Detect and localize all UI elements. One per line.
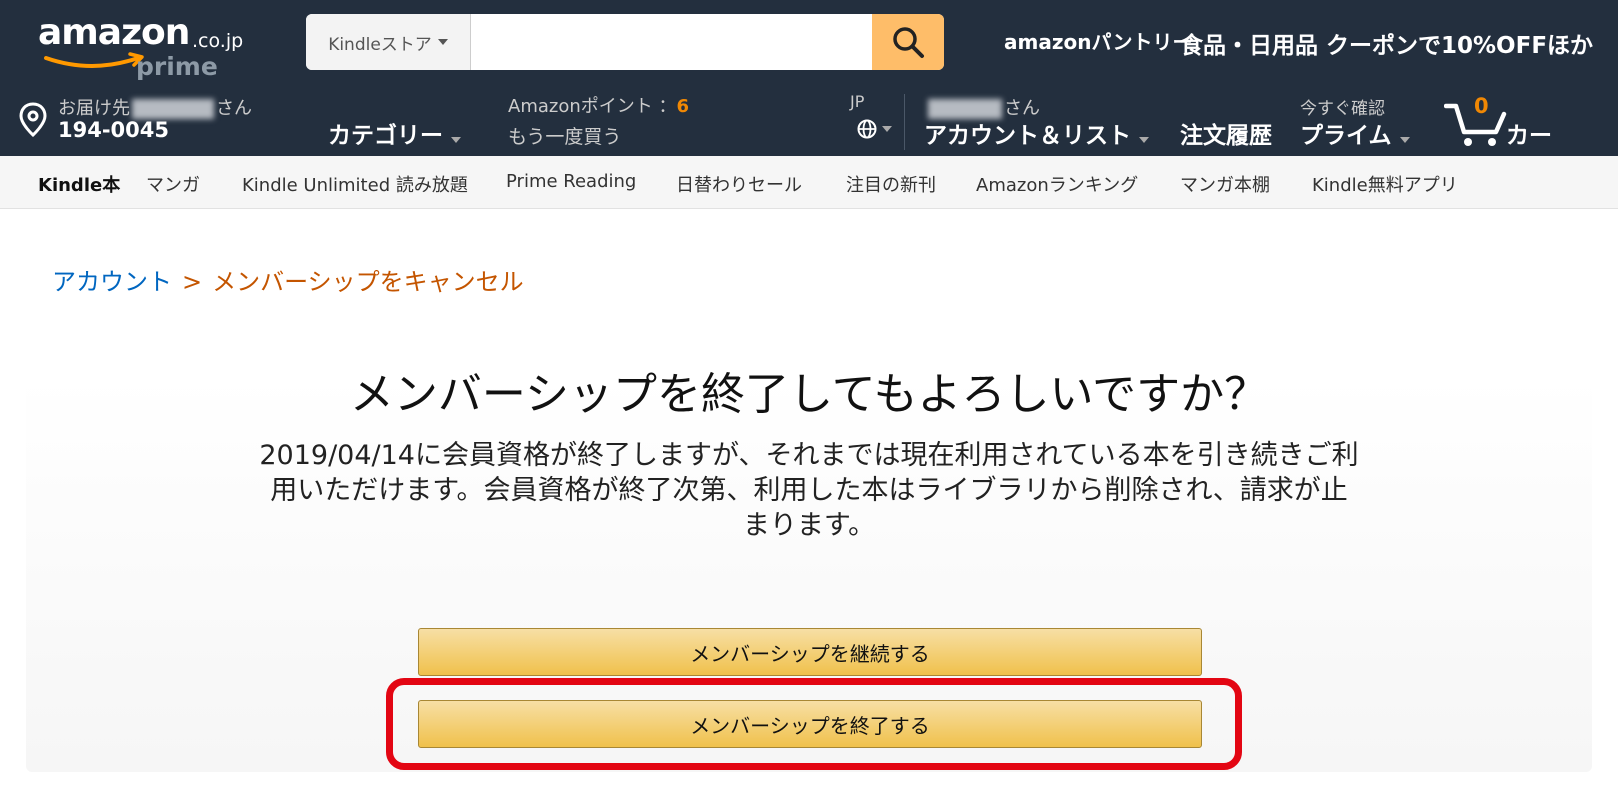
category-label: カテゴリー — [328, 123, 443, 149]
subnav-item-manga[interactable]: マンガ — [146, 171, 200, 197]
breadcrumb-separator: > — [182, 268, 203, 296]
breadcrumb-account-link[interactable]: アカウント — [52, 268, 172, 296]
account-label: アカウント＆リスト — [924, 123, 1131, 149]
amazon-points[interactable]: Amazonポイント ：6 — [508, 92, 689, 118]
delivery-zip[interactable]: 194-0045 — [58, 118, 169, 142]
chevron-down-icon — [882, 126, 892, 132]
points-value: 6 — [676, 96, 689, 117]
chevron-down-icon — [1139, 137, 1150, 143]
globe-icon — [857, 119, 877, 139]
prime-menu[interactable]: プライム — [1300, 116, 1410, 150]
subnav-item-prime-reading[interactable]: Prime Reading — [506, 171, 636, 192]
rebuy-link[interactable]: もう一度買う — [508, 122, 621, 149]
logo-text: amazon — [38, 12, 190, 53]
top-header: amazon .co.jp prime Kindleストア amazonパントリ… — [0, 0, 1618, 88]
cart-count: 0 — [1474, 94, 1489, 118]
breadcrumb: アカウント > メンバーシップをキャンセル — [52, 262, 524, 297]
orders-link[interactable]: 注文履歴 — [1180, 116, 1272, 150]
location-pin-icon — [19, 102, 47, 138]
account-lists-menu[interactable]: アカウント＆リスト — [924, 116, 1150, 150]
subnav-item-kindle-unlimited[interactable]: Kindle Unlimited 読み放題 — [242, 171, 468, 197]
breadcrumb-current: メンバーシップをキャンセル — [212, 268, 524, 296]
cart-button[interactable]: 0 カート — [1444, 94, 1574, 183]
kindle-subnav: Kindle本 マンガ Kindle Unlimited 読み放題 Prime … — [0, 156, 1618, 209]
pantry-link[interactable]: amazonパントリー — [1004, 26, 1192, 55]
main-nav: お届け先 さん 194-0045 カテゴリー Amazonポイント ：6 もう一度… — [0, 88, 1618, 183]
address-suffix: さん — [216, 98, 252, 119]
language-code[interactable]: JP — [850, 92, 864, 111]
delivery-address-line[interactable]: お届け先 さん — [58, 94, 252, 120]
logo-prime-text: prime — [136, 52, 218, 81]
search-icon — [893, 27, 924, 58]
chevron-down-icon — [451, 137, 462, 143]
promo-banner[interactable]: 食品・日用品 クーポンで10%OFFほか — [1180, 26, 1593, 60]
chevron-down-icon — [437, 39, 448, 45]
continue-membership-button[interactable]: メンバーシップを継続する — [418, 628, 1202, 676]
subnav-item-free-app[interactable]: Kindle無料アプリ — [1312, 171, 1458, 197]
points-label: Amazonポイント ： — [508, 96, 677, 117]
subnav-item-manga-shelf[interactable]: マンガ本棚 — [1180, 171, 1270, 197]
chevron-down-icon — [1399, 137, 1410, 143]
search-department-select[interactable]: Kindleストア — [306, 14, 471, 70]
search-button[interactable] — [872, 14, 944, 70]
nav-divider — [904, 94, 905, 150]
language-selector[interactable] — [856, 118, 892, 140]
subnav-item-new-releases[interactable]: 注目の新刊 — [846, 171, 936, 197]
subnav-item-ranking[interactable]: Amazonランキング — [976, 171, 1138, 197]
search-input[interactable] — [471, 14, 871, 70]
subnav-item-daily-deals[interactable]: 日替わりセール — [676, 171, 802, 197]
highlight-annotation-box — [386, 678, 1242, 770]
category-menu[interactable]: カテゴリー — [328, 116, 462, 150]
membership-end-description: 2019/04/14に会員資格が終了しますが、それまでは現在利用されている本を引… — [259, 440, 1359, 541]
search-bar: Kindleストア — [306, 14, 944, 70]
redacted-name — [132, 99, 214, 119]
amazon-prime-logo[interactable]: amazon .co.jp prime — [38, 12, 248, 81]
subnav-item-kindle-books[interactable]: Kindle本 — [38, 171, 120, 197]
prime-label: プライム — [1300, 123, 1392, 149]
department-label: Kindleストア — [328, 34, 432, 55]
address-prefix: お届け先 — [58, 98, 130, 119]
page-title: メンバーシップを終了してもよろしいですか？ — [349, 369, 1269, 420]
logo-domain: .co.jp — [192, 30, 244, 52]
